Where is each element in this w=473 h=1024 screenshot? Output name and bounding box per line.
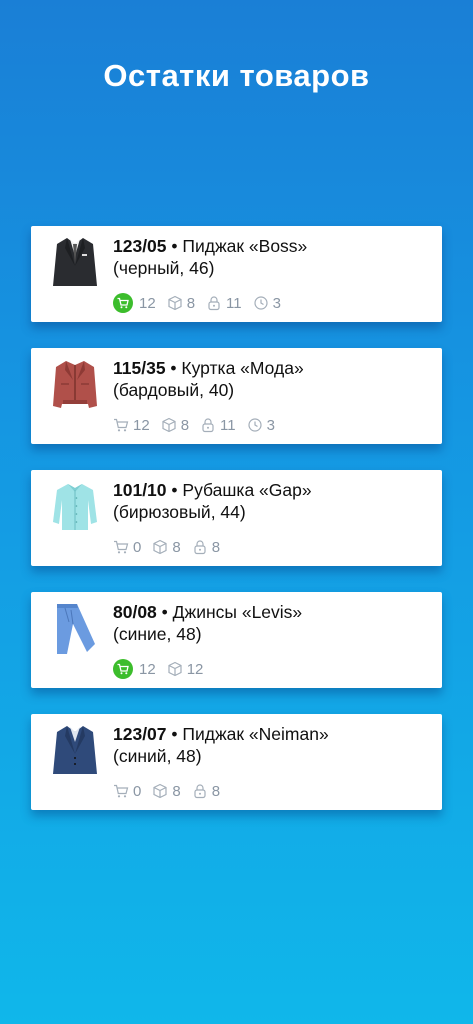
product-detail: (синие, 48) [113, 624, 202, 644]
product-title: 80/08 • Джинсы «Levis» (синие, 48) [113, 602, 303, 644]
clock-stat: 3 [247, 417, 275, 434]
box-icon [167, 295, 183, 311]
product-code: 80/08 [113, 602, 157, 622]
product-code: 123/07 [113, 724, 167, 744]
product-code: 101/10 [113, 480, 167, 500]
box-stat: 12 [167, 661, 203, 678]
cart-stat: 0 [113, 783, 141, 800]
lock-stat: 11 [206, 295, 242, 312]
product-detail: (бирюзовый, 44) [113, 502, 246, 522]
lock-icon [192, 539, 208, 555]
product-code: 115/35 [113, 358, 166, 378]
stock-stats: 0 8 8 [113, 537, 231, 557]
cart-icon [113, 293, 133, 313]
product-card[interactable]: 123/05 • Пиджак «Boss» (черный, 46) 12 8… [31, 226, 442, 322]
product-title: 123/07 • Пиджак «Neiman» (синий, 48) [113, 724, 329, 766]
leather-jacket-icon [51, 356, 99, 412]
product-title: 123/05 • Пиджак «Boss» (черный, 46) [113, 236, 308, 278]
product-detail: (синий, 48) [113, 746, 202, 766]
product-name: Рубашка «Gap» [182, 480, 312, 500]
clock-icon [247, 417, 263, 433]
cart-stat: 12 [113, 293, 156, 313]
stock-stats: 12 8 11 3 [113, 293, 292, 313]
product-detail: (черный, 46) [113, 258, 215, 278]
box-stat: 8 [152, 539, 181, 556]
product-name: Пиджак «Neiman» [182, 724, 329, 744]
product-name: Куртка «Мода» [181, 358, 304, 378]
box-icon [167, 661, 183, 677]
cart-icon [113, 417, 129, 433]
cart-icon [113, 783, 129, 799]
stock-stats: 12 12 [113, 659, 214, 679]
blue-blazer-icon [51, 722, 99, 778]
cart-icon [113, 659, 133, 679]
lock-stat: 8 [192, 783, 220, 800]
box-icon [152, 783, 168, 799]
lock-stat: 11 [200, 417, 236, 434]
lock-stat: 8 [192, 539, 220, 556]
shirt-icon [51, 478, 99, 534]
dark-blazer-icon [51, 234, 99, 290]
lock-icon [200, 417, 216, 433]
product-title: 101/10 • Рубашка «Gap» (бирюзовый, 44) [113, 480, 312, 522]
cart-icon [113, 539, 129, 555]
stock-stats: 12 8 11 3 [113, 415, 286, 435]
product-card[interactable]: 80/08 • Джинсы «Levis» (синие, 48) 12 12 [31, 592, 442, 688]
box-stat: 8 [167, 295, 195, 312]
product-name: Пиджак «Boss» [182, 236, 308, 256]
clock-icon [253, 295, 269, 311]
product-card[interactable]: 123/07 • Пиджак «Neiman» (синий, 48) 0 8… [31, 714, 442, 810]
box-stat: 8 [152, 783, 181, 800]
lock-icon [206, 295, 222, 311]
product-code: 123/05 [113, 236, 167, 256]
page-title: Остатки товаров [103, 58, 370, 93]
box-icon [161, 417, 177, 433]
product-card[interactable]: 115/35 • Куртка «Мода» (бардовый, 40) 12… [31, 348, 442, 444]
cart-stat: 12 [113, 659, 156, 679]
box-stat: 8 [161, 417, 189, 434]
clock-stat: 3 [253, 295, 281, 312]
product-name: Джинсы «Levis» [172, 602, 303, 622]
product-card[interactable]: 101/10 • Рубашка «Gap» (бирюзовый, 44) 0… [31, 470, 442, 566]
product-detail: (бардовый, 40) [113, 380, 235, 400]
stock-stats: 0 8 8 [113, 781, 231, 801]
lock-icon [192, 783, 208, 799]
box-icon [152, 539, 168, 555]
cart-stat: 12 [113, 417, 150, 434]
jeans-icon [51, 600, 99, 656]
product-title: 115/35 • Куртка «Мода» (бардовый, 40) [113, 358, 304, 400]
cart-stat: 0 [113, 539, 141, 556]
